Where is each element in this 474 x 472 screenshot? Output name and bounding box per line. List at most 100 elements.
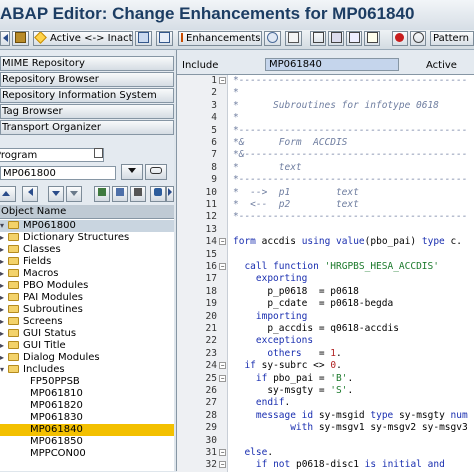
cut-icon[interactable] <box>328 31 344 46</box>
code-line[interactable]: 20 importing <box>177 311 474 323</box>
expand-icon[interactable]: ▸ <box>0 328 8 340</box>
code-line[interactable]: 5 *--------------------------------------… <box>177 125 474 137</box>
code-line[interactable]: 21 p_accdis = q0618-accdis <box>177 323 474 335</box>
code-line[interactable]: 27 endif. <box>177 397 474 409</box>
tree-include-item[interactable]: MP061830 <box>0 412 174 424</box>
tree-folder-item[interactable]: ▸ GUI Title <box>0 340 174 352</box>
settings-icon[interactable] <box>264 31 281 46</box>
transport-organizer-button[interactable]: Transport Organizer <box>0 120 174 135</box>
tree-include-item[interactable]: MP061850 <box>0 436 174 448</box>
object-name-input[interactable]: MP061800 <box>0 166 116 180</box>
back-nav-icon[interactable] <box>22 186 38 202</box>
tree-folder-item[interactable]: ▸ Screens <box>0 316 174 328</box>
code-line[interactable]: 9 *--------------------------------------… <box>177 174 474 186</box>
tree-include-item[interactable]: MP061820 <box>0 400 174 412</box>
code-line[interactable]: 13 <box>177 224 474 236</box>
code-line[interactable]: 1− *-------------------------------------… <box>177 75 474 87</box>
include-name-field[interactable]: MP061840 <box>265 58 399 71</box>
code-line[interactable]: 3 * Subroutines for infotype 0618 <box>177 100 474 112</box>
collapse-all-icon[interactable] <box>66 186 82 202</box>
expand-icon[interactable]: ▸ <box>0 256 8 268</box>
expand-icon[interactable]: ▸ <box>0 244 8 256</box>
tree-include-item[interactable]: MPPCON00 <box>0 448 174 460</box>
code-line[interactable]: 18 p_p0618 = p0618 <box>177 286 474 298</box>
code-line[interactable]: 17 exporting <box>177 273 474 285</box>
code-line[interactable]: 11 * <-- p2 text <box>177 199 474 211</box>
where-used-icon[interactable] <box>156 31 173 46</box>
worklist-icon[interactable] <box>112 186 128 202</box>
tree-root-item[interactable]: ▾ MP061800 <box>0 220 174 232</box>
pattern-button[interactable]: Pattern <box>430 31 474 46</box>
breakpoint-icon[interactable] <box>392 31 408 46</box>
tag-browser-button[interactable]: Tag Browser <box>0 104 174 119</box>
repository-browser-button[interactable]: Repository Browser <box>0 72 174 87</box>
expand-icon[interactable]: ▾ <box>0 220 8 232</box>
expand-icon[interactable]: ▸ <box>0 352 8 364</box>
display-glasses-icon[interactable] <box>145 164 167 180</box>
tree-folder-item[interactable]: ▸ PAI Modules <box>0 292 174 304</box>
code-line[interactable]: 30 <box>177 435 474 447</box>
tree-folder-item[interactable]: ▸ GUI Status <box>0 328 174 340</box>
expand-all-icon[interactable] <box>48 186 64 202</box>
code-line[interactable]: 26 sy-msgty = 'S'. <box>177 385 474 397</box>
fold-icon[interactable]: − <box>219 374 226 382</box>
fold-icon[interactable]: − <box>219 238 226 246</box>
code-line[interactable]: 15 <box>177 249 474 261</box>
tree-folder-item[interactable]: ▸ Fields <box>0 256 174 268</box>
expand-icon[interactable]: ▸ <box>0 316 8 328</box>
back-arrow-icon[interactable] <box>0 31 10 46</box>
more-arrow-icon[interactable] <box>166 186 174 202</box>
fold-icon[interactable]: − <box>219 263 226 270</box>
fold-icon[interactable]: − <box>219 461 226 469</box>
tree-folder-item[interactable]: ▸ Classes <box>0 244 174 256</box>
tree-include-item[interactable]: FP50PPSB <box>0 376 174 388</box>
mime-repository-button[interactable]: MIME Repository <box>0 56 174 71</box>
code-line[interactable]: 31− else. <box>177 447 474 459</box>
expand-icon[interactable]: ▸ <box>0 292 8 304</box>
tree-include-item[interactable]: MP061810 <box>0 388 174 400</box>
code-line[interactable]: 24− if sy-subrc <> 0. <box>177 360 474 372</box>
expand-icon[interactable]: ▸ <box>0 280 8 292</box>
expand-icon[interactable]: ▸ <box>0 268 8 280</box>
code-line[interactable]: 8 * text <box>177 162 474 174</box>
tree-folder-item[interactable]: ▾ Includes <box>0 364 174 376</box>
fold-icon[interactable]: − <box>219 77 226 84</box>
display-change-icon[interactable] <box>285 31 302 46</box>
code-line[interactable]: 4 * <box>177 112 474 124</box>
code-line[interactable]: 16− call function 'HRGPBS_HESA_ACCDIS' <box>177 261 474 273</box>
find-icon[interactable] <box>410 31 426 46</box>
fold-icon[interactable]: − <box>219 449 226 456</box>
repository-information-system-button[interactable]: Repository Information System <box>0 88 174 103</box>
up-arrow-icon[interactable] <box>0 186 16 202</box>
object-list-tree-icon[interactable] <box>94 186 110 202</box>
refresh-icon[interactable] <box>150 186 166 202</box>
expand-icon[interactable]: ▸ <box>0 232 8 244</box>
tree-folder-item[interactable]: ▸ Dictionary Structures <box>0 232 174 244</box>
code-line[interactable]: 28 message id sy-msgid type sy-msgty num <box>177 410 474 422</box>
paste-icon[interactable] <box>364 31 380 46</box>
code-line[interactable]: 25− if pbo_pai = 'B'. <box>177 373 474 385</box>
other-object-icon[interactable] <box>12 31 29 46</box>
code-line[interactable]: 6 *& Form ACCDIS <box>177 137 474 149</box>
code-line[interactable]: 23 others = 1. <box>177 348 474 360</box>
tree-include-item[interactable]: MP061840 <box>0 424 174 436</box>
code-line[interactable]: 19 p_cdate = p0618-begda <box>177 298 474 310</box>
tree-folder-item[interactable]: ▸ Dialog Modules <box>0 352 174 364</box>
code-line[interactable]: 7 *&-------------------------------------… <box>177 149 474 161</box>
object-list-icon[interactable] <box>135 31 152 46</box>
select-dropdown-button[interactable] <box>121 164 143 180</box>
collapse-icon[interactable]: ▾ <box>0 364 8 376</box>
tree-folder-item[interactable]: ▸ Subroutines <box>0 304 174 316</box>
code-line[interactable]: 10 * --> p1 text <box>177 187 474 199</box>
favorites-icon[interactable] <box>130 186 146 202</box>
code-line[interactable]: 29 with sy-msgv1 sy-msgv2 sy-msgv3 <box>177 422 474 434</box>
enhancements-button[interactable]: Enhancements <box>178 31 262 46</box>
expand-icon[interactable]: ▸ <box>0 340 8 352</box>
active-inactive-button[interactable]: Active <-> Inactive <box>33 31 133 46</box>
code-line[interactable]: 32− if not p0618-disc1 is initial and <box>177 459 474 471</box>
tree-folder-item[interactable]: ▸ PBO Modules <box>0 280 174 292</box>
code-line[interactable]: 2 * <box>177 87 474 99</box>
copy-icon[interactable] <box>346 31 362 46</box>
block-select-icon[interactable] <box>310 31 326 46</box>
tree-folder-item[interactable]: ▸ Macros <box>0 268 174 280</box>
